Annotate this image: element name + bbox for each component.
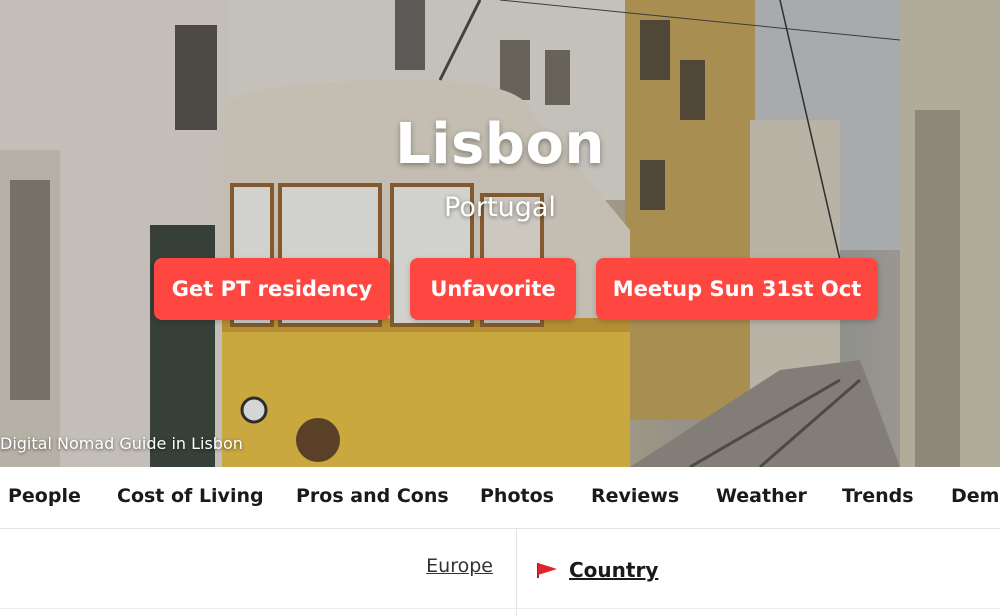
country-link[interactable]: Country bbox=[569, 558, 658, 582]
tab-people[interactable]: People bbox=[8, 467, 81, 528]
tab-weather[interactable]: Weather bbox=[716, 467, 807, 528]
get-residency-button[interactable]: Get PT residency bbox=[154, 258, 390, 320]
region-link[interactable]: Europe bbox=[426, 555, 493, 577]
city-title: Lisbon bbox=[395, 112, 605, 177]
tab-demographics[interactable]: Demo bbox=[951, 467, 1000, 528]
tab-trends[interactable]: Trends bbox=[842, 467, 914, 528]
tab-cost-of-living[interactable]: Cost of Living bbox=[117, 467, 264, 528]
hero-banner: Lisbon Portugal Get PT residency Unfavor… bbox=[0, 0, 1000, 467]
country-subtitle: Portugal bbox=[444, 192, 556, 223]
row-divider bbox=[0, 608, 1000, 609]
meetup-button[interactable]: Meetup Sun 31st Oct bbox=[596, 258, 878, 320]
tab-photos[interactable]: Photos bbox=[480, 467, 554, 528]
column-divider bbox=[516, 529, 517, 616]
tab-pros-and-cons[interactable]: Pros and Cons bbox=[296, 467, 449, 528]
section-tabs: People Cost of Living Pros and Cons Phot… bbox=[0, 467, 1000, 529]
flag-icon bbox=[537, 563, 557, 578]
hero-overlay bbox=[0, 0, 1000, 467]
photo-caption: Digital Nomad Guide in Lisbon bbox=[0, 434, 243, 453]
info-row: Europe Country bbox=[0, 529, 1000, 616]
unfavorite-button[interactable]: Unfavorite bbox=[410, 258, 576, 320]
tab-reviews[interactable]: Reviews bbox=[591, 467, 679, 528]
